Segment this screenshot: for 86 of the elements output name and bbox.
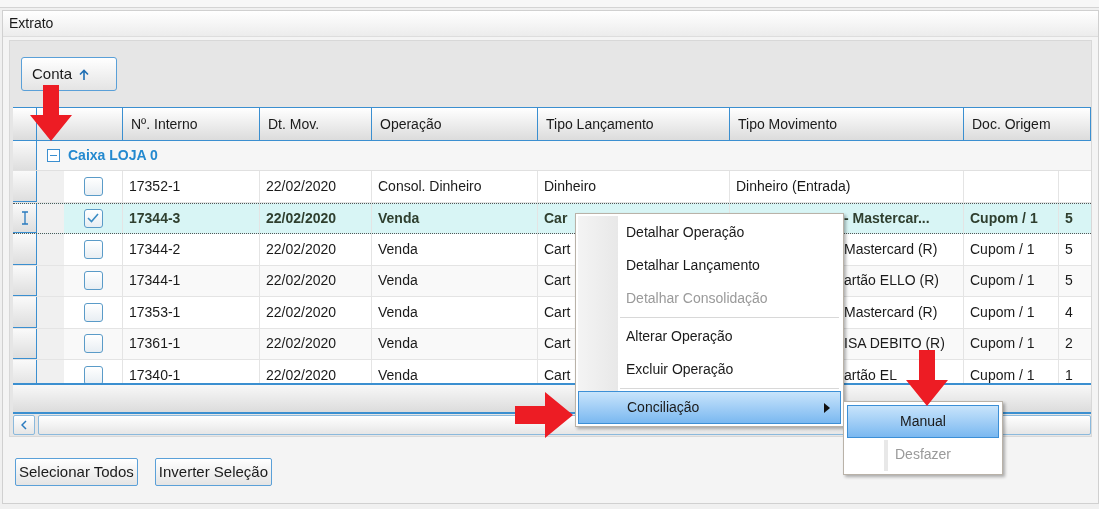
checkbox[interactable]	[83, 365, 103, 383]
checkbox[interactable]	[83, 176, 103, 196]
table-cell-text: - Mastercar...	[844, 208, 930, 228]
row-indicator[interactable]	[13, 141, 37, 170]
row-indicator[interactable]	[13, 203, 37, 233]
table-cell-text: Venda	[378, 365, 418, 383]
table-cell-text: Cart	[544, 334, 571, 354]
table-cell-text: 17340-1	[129, 365, 181, 383]
table-cell-text: 17353-1	[129, 302, 181, 322]
table-cell-text: Dinheiro (Entrada)	[736, 176, 851, 196]
arrow-icon	[515, 392, 573, 438]
table-cell-text: Cart	[544, 365, 571, 383]
table-cell-text: 4	[1065, 302, 1073, 322]
table-cell-text: Cart	[544, 271, 571, 291]
table-cell-text: artão ELLO (R)	[844, 271, 939, 291]
checkbox[interactable]	[83, 271, 103, 291]
table-cell-text: Mastercard (R)	[844, 302, 938, 322]
group-title: Caixa LOJA 0	[68, 146, 158, 165]
table-cell-text: 22/02/2020	[266, 239, 337, 259]
table-cell-text: Venda	[378, 271, 418, 291]
column-header[interactable]: Doc. Origem	[964, 108, 1091, 140]
table-cell-text: Venda	[378, 334, 418, 354]
menu-item[interactable]: Conciliação	[578, 391, 841, 424]
column-header[interactable]: Dt. Mov.	[260, 108, 372, 140]
menu-item[interactable]: Manual	[847, 405, 999, 438]
sort-ascending-icon	[79, 68, 90, 80]
action-button[interactable]: Selecionar Todos	[15, 458, 138, 486]
checkbox[interactable]	[83, 302, 103, 322]
row-indicator[interactable]	[13, 360, 37, 383]
table-cell-text: Cupom / 1	[970, 365, 1035, 383]
table-cell-text: Consol. Dinheiro	[378, 176, 482, 196]
table-cell-text: Cart	[544, 302, 571, 322]
table-cell-text: 5	[1065, 239, 1073, 259]
table-cell-text: 5	[1065, 208, 1073, 228]
row-indicator[interactable]	[13, 265, 37, 296]
row-indicator[interactable]	[13, 328, 37, 359]
column-header[interactable]: Nº. Interno	[123, 108, 260, 140]
table-cell-text: 22/02/2020	[266, 271, 337, 291]
table-cell-text: 17344-1	[129, 271, 181, 291]
group-by-button[interactable]: Conta	[21, 57, 117, 91]
checkbox[interactable]	[83, 208, 103, 228]
table-cell-text: 17344-3	[129, 208, 181, 228]
table-cell-text: Car	[544, 208, 568, 228]
arrow-icon	[906, 350, 948, 406]
table-cell-text: Cupom / 1	[970, 239, 1035, 259]
table-cell-text: Venda	[378, 208, 420, 228]
table-cell-text: 2	[1065, 334, 1073, 354]
check-icon	[87, 213, 99, 224]
collapse-toggle[interactable]	[47, 149, 60, 162]
row-indicator[interactable]	[13, 297, 37, 328]
table-cell-text: 22/02/2020	[266, 365, 337, 383]
table-cell-text: Cupom / 1	[970, 334, 1035, 354]
table-cell-text: Cupom / 1	[970, 302, 1035, 322]
checkbox[interactable]	[83, 239, 103, 259]
table-cell-text: ISA DEBITO (R)	[844, 334, 945, 354]
table-cell-text: Dinheiro	[544, 176, 597, 196]
table-cell-text: 22/02/2020	[266, 176, 337, 196]
table-cell-text: Mastercard (R)	[844, 239, 938, 259]
chevron-left-icon	[21, 420, 27, 430]
table-cell-text: 17352-1	[129, 176, 181, 196]
scroll-left-button[interactable]	[13, 415, 35, 435]
column-header[interactable]: Tipo Lançamento	[538, 108, 730, 140]
table-cell-text: 22/02/2020	[266, 302, 337, 322]
arrow-icon	[30, 85, 72, 141]
row-indicator[interactable]	[13, 171, 37, 202]
table-cell-text: 5	[1065, 271, 1073, 291]
table-cell-text: Cart	[544, 239, 571, 259]
table-cell-text: Cupom / 1	[970, 271, 1035, 291]
table-cell-text: Cupom / 1	[970, 208, 1038, 228]
table-row[interactable]: 17352-1 22/02/2020 Consol. Dinheiro Dinheiro Dinheiro (Entrada)	[13, 171, 1091, 203]
table-cell-text: 22/02/2020	[266, 208, 337, 228]
row-indicator[interactable]	[13, 234, 37, 265]
text-cursor-icon	[20, 210, 29, 225]
submenu-arrow-icon	[824, 402, 830, 413]
table-cell-text: 17344-2	[129, 239, 181, 259]
action-button[interactable]: Inverter Seleção	[154, 458, 273, 486]
table-cell-text: 17361-1	[129, 334, 181, 354]
column-header[interactable]: Operação	[372, 108, 538, 140]
table-cell-text: Venda	[378, 239, 418, 259]
table-cell-text: 22/02/2020	[266, 334, 337, 354]
table-cell-text: 1	[1065, 365, 1073, 383]
column-header[interactable]: Tipo Movimento	[730, 108, 964, 140]
checkbox[interactable]	[83, 334, 103, 354]
table-cell-text: artão EL	[844, 365, 897, 383]
table-cell-text: Venda	[378, 302, 418, 322]
panel-title: Extrato	[9, 14, 54, 33]
